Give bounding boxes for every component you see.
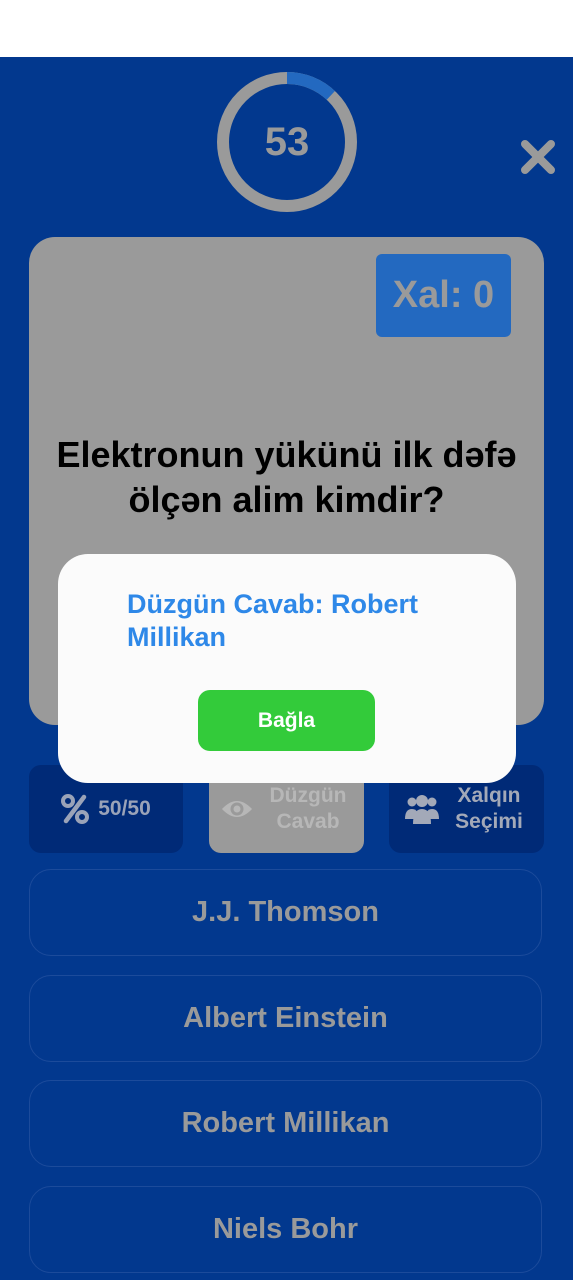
users-icon bbox=[404, 793, 440, 825]
answer-option-3[interactable]: Robert Millikan bbox=[29, 1080, 542, 1167]
eye-icon bbox=[220, 797, 254, 821]
lifeline-label: 50/50 bbox=[98, 797, 151, 820]
close-button[interactable] bbox=[518, 137, 558, 177]
close-dialog-button[interactable]: Bağla bbox=[198, 690, 375, 751]
score-badge: Xal: 0 bbox=[376, 254, 511, 337]
answer-option-1[interactable]: J.J. Thomson bbox=[29, 869, 542, 956]
answer-dialog: Düzgün Cavab: Robert Millikan Bağla bbox=[58, 554, 516, 783]
timer: 53 bbox=[215, 70, 359, 214]
lifeline-label: Xalqın Seçimi bbox=[455, 784, 523, 833]
dialog-message: Düzgün Cavab: Robert Millikan bbox=[127, 589, 419, 652]
lifeline-label: Düzgün Cavab bbox=[269, 784, 347, 833]
quiz-screen: 53 Xal: 0 Elektronun yükünü ilk dəfə ölç… bbox=[0, 57, 573, 1280]
timer-value: 53 bbox=[264, 120, 310, 164]
close-icon bbox=[521, 140, 555, 174]
answer-option-2[interactable]: Albert Einstein bbox=[29, 975, 542, 1062]
question-text: Elektronun yükünü ilk dəfə ölçən alim ki… bbox=[56, 434, 517, 520]
percent-icon bbox=[61, 794, 90, 824]
answer-option-4[interactable]: Niels Bohr bbox=[29, 1186, 542, 1273]
status-bar-area bbox=[0, 0, 573, 57]
